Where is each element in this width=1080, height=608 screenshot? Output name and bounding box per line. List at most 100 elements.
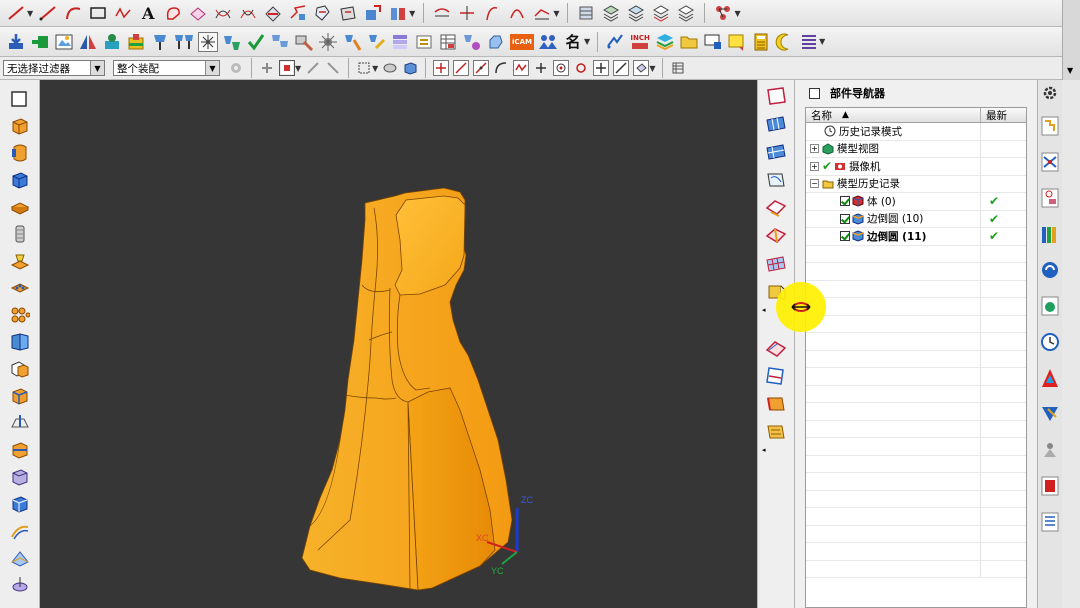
- snap-spline-icon[interactable]: [513, 60, 530, 76]
- dropdown-arrow-icon[interactable]: ▼: [1067, 66, 1073, 75]
- snap-mid-icon[interactable]: [473, 60, 490, 76]
- process-studio-icon[interactable]: [1039, 402, 1061, 426]
- latest-column-header[interactable]: 最新: [981, 108, 1026, 122]
- select-color-icon[interactable]: [279, 60, 295, 76]
- calculator-icon[interactable]: [751, 32, 771, 52]
- scope-select[interactable]: 整个装配 ▼: [113, 60, 220, 76]
- dropdown-arrow-icon[interactable]: ▼: [372, 64, 378, 73]
- dropdown-arrow-icon[interactable]: ▼: [295, 64, 301, 73]
- rectangle-select-icon[interactable]: [356, 60, 372, 76]
- roles-icon[interactable]: [1039, 438, 1061, 462]
- part-navigator-icon[interactable]: [1039, 186, 1061, 210]
- graphics-viewport[interactable]: ZC XC YC: [40, 80, 757, 608]
- visible-check-icon[interactable]: ✔: [822, 159, 832, 173]
- layer-icon[interactable]: [576, 3, 596, 23]
- dropdown-arrow-icon[interactable]: ▼: [27, 9, 33, 18]
- gear-icon[interactable]: [1039, 84, 1061, 102]
- project-curve-icon[interactable]: [188, 3, 208, 23]
- select-body-icon[interactable]: [382, 60, 398, 76]
- icam-button[interactable]: iCAM: [510, 32, 534, 52]
- angle-tool-icon[interactable]: [366, 32, 386, 52]
- sweep-icon[interactable]: [9, 574, 31, 595]
- ruled-icon[interactable]: [764, 338, 788, 358]
- folder-open-icon[interactable]: [679, 32, 699, 52]
- pin-group-icon[interactable]: [270, 32, 290, 52]
- sort-ascending-icon[interactable]: ▲: [842, 110, 849, 120]
- line-icon[interactable]: [6, 3, 26, 23]
- note-icon[interactable]: [727, 32, 747, 52]
- snap-point-icon[interactable]: [259, 60, 275, 76]
- offset-surface-icon[interactable]: [764, 198, 788, 218]
- import-icon[interactable]: [6, 32, 26, 52]
- dropdown-arrow-icon[interactable]: ▼: [734, 9, 740, 18]
- swept-surface-icon[interactable]: [764, 170, 788, 190]
- drill-icon[interactable]: [342, 32, 362, 52]
- select-feature-icon[interactable]: [305, 60, 321, 76]
- dropdown-arrow-icon[interactable]: ▼: [553, 9, 559, 18]
- sketch-icon[interactable]: [9, 88, 31, 109]
- tree-row-model-views[interactable]: + 模型视图: [806, 140, 1026, 158]
- arc-icon[interactable]: [63, 3, 83, 23]
- feature-checkbox[interactable]: [840, 213, 850, 224]
- monitor-icon[interactable]: [703, 32, 723, 52]
- dropdown-arrow-icon[interactable]: ▼: [649, 64, 655, 73]
- thicken-icon[interactable]: [764, 394, 788, 414]
- dropdown-arrow-icon[interactable]: ▼: [584, 37, 590, 46]
- emboss-icon[interactable]: [9, 250, 31, 271]
- orange-solid-body[interactable]: [301, 187, 513, 591]
- snap-center-icon[interactable]: [553, 60, 570, 76]
- through-curves-icon[interactable]: [9, 547, 31, 568]
- snap-intersection-icon[interactable]: [533, 60, 549, 76]
- rectangle-icon[interactable]: [88, 3, 108, 23]
- layer-settings-icon[interactable]: [601, 3, 621, 23]
- offset-face-icon[interactable]: [9, 385, 31, 406]
- system-scenes-icon[interactable]: [1039, 474, 1061, 498]
- chevron-down-icon[interactable]: ▼: [205, 61, 219, 75]
- inch-button[interactable]: INCH: [629, 32, 651, 52]
- feature-checkbox[interactable]: [840, 231, 850, 242]
- trimmed-sheet-icon[interactable]: [764, 366, 788, 386]
- mould-icon[interactable]: [102, 32, 122, 52]
- tree-row-edge-blend-10[interactable]: 边倒圆 (10) ✔: [806, 210, 1026, 228]
- double-pin-icon[interactable]: [174, 32, 194, 52]
- layers-icon[interactable]: [655, 32, 675, 52]
- stretch-curve-icon[interactable]: [482, 3, 502, 23]
- mirror-icon[interactable]: [78, 32, 98, 52]
- gear-pin-icon[interactable]: [462, 32, 482, 52]
- spline-icon[interactable]: [113, 3, 133, 23]
- bridge-surface-icon[interactable]: [764, 226, 788, 246]
- convert-icon[interactable]: [605, 32, 625, 52]
- sparkle-icon[interactable]: [318, 32, 338, 52]
- selection-settings-icon[interactable]: [228, 60, 244, 76]
- divide-curve-icon[interactable]: [457, 3, 477, 23]
- scroll-arrow-icon[interactable]: ◂: [762, 306, 766, 314]
- feature-checkbox[interactable]: [840, 196, 850, 207]
- snap-icon[interactable]: [713, 3, 733, 23]
- tree-row-history-mode[interactable]: 历史记录模式: [806, 123, 1026, 141]
- snap-endpoint-icon[interactable]: [433, 60, 450, 76]
- snap-tangent-icon[interactable]: [613, 60, 630, 76]
- trim-body-icon[interactable]: [9, 466, 31, 487]
- split-body-icon[interactable]: [9, 439, 31, 460]
- extract-curve-icon[interactable]: [263, 3, 283, 23]
- electrode-icon[interactable]: [222, 32, 242, 52]
- extrude-icon[interactable]: [9, 115, 31, 136]
- image-icon[interactable]: [54, 32, 74, 52]
- trim-curve-icon[interactable]: [432, 3, 452, 23]
- filter-select[interactable]: 无选择过滤器 ▼: [3, 60, 105, 76]
- bounded-plane-icon[interactable]: [764, 86, 788, 106]
- assembly-icon[interactable]: [126, 32, 146, 52]
- combine-icon[interactable]: [9, 358, 31, 379]
- grid-snap-icon[interactable]: [198, 31, 218, 52]
- snap-line-icon[interactable]: [453, 60, 470, 76]
- bridge-curve-icon[interactable]: [288, 3, 308, 23]
- sew-icon[interactable]: [764, 422, 788, 442]
- collapse-toggle[interactable]: −: [810, 179, 819, 189]
- palette-list-icon[interactable]: [1039, 510, 1061, 534]
- curve-on-surface-icon[interactable]: [313, 3, 333, 23]
- tree-row-cameras[interactable]: + ✔ 摄像机: [806, 158, 1026, 176]
- block-icon[interactable]: [9, 169, 31, 190]
- snap-quadrant-icon[interactable]: [573, 60, 589, 76]
- people-icon[interactable]: [538, 32, 558, 52]
- dropdown-arrow-icon[interactable]: ▼: [819, 37, 825, 46]
